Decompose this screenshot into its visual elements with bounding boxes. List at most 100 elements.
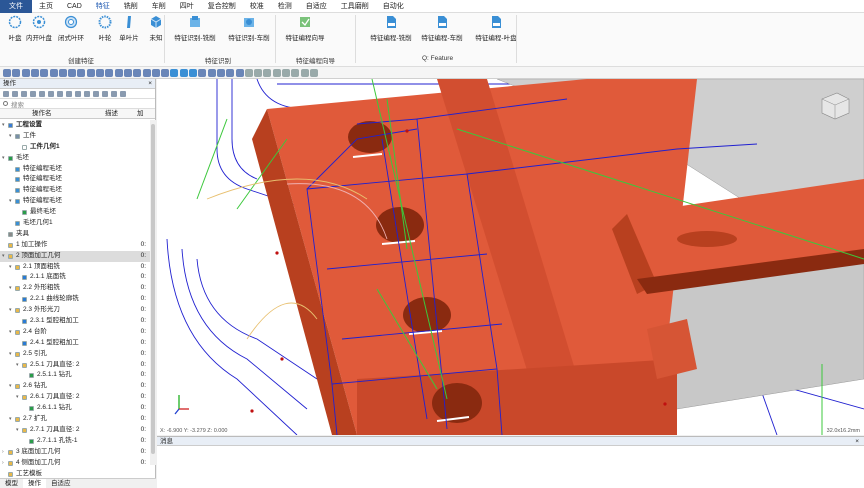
tree-item[interactable]: ▾ 工程设置 [0, 120, 150, 131]
ribbon-button-1[interactable]: 内开叶盘 [26, 15, 52, 42]
tree-item[interactable]: › 4 侧面加工几何 0: [0, 458, 150, 469]
menu-item-8[interactable]: 校准 [243, 0, 271, 13]
menu-item-2[interactable]: CAD [60, 0, 89, 13]
panel-tool-icon[interactable] [57, 91, 63, 97]
column-name[interactable]: 操作名 [32, 109, 52, 119]
tree-item[interactable]: 2.5.1.1 钻孔 0: [0, 370, 150, 381]
panel-tool-icon[interactable] [66, 91, 72, 97]
expand-toggle-icon[interactable]: ▾ [9, 196, 14, 207]
panel-tool-icon[interactable] [120, 91, 126, 97]
expand-toggle-icon[interactable]: ▾ [16, 360, 21, 371]
tree-item[interactable]: 2.6.1.1 钻孔 0: [0, 403, 150, 414]
column-description[interactable]: 描述 [105, 109, 118, 119]
ribbon-button-3[interactable]: 叶轮 [94, 15, 116, 42]
search-input[interactable]: 搜索 [11, 99, 24, 109]
expand-toggle-icon[interactable]: ▾ [9, 131, 14, 142]
expand-toggle-icon[interactable]: › [2, 458, 7, 469]
tree-item[interactable]: ▾ 2.2 外形粗铣 0: [0, 283, 150, 294]
ribbon-button-6[interactable]: 特征识别-铣削 [168, 15, 222, 42]
tree-item[interactable]: 夹具 [0, 229, 150, 240]
expand-toggle-icon[interactable]: › [2, 447, 7, 458]
tree-item[interactable]: 特征编程毛坯 [0, 174, 150, 185]
toolbar-icon[interactable] [123, 69, 132, 77]
tree-item[interactable]: ▾ 2.5 引孔 0: [0, 349, 150, 360]
toolbar-icon[interactable] [272, 69, 281, 77]
tree-item[interactable]: ▾ 2.6 钻孔 0: [0, 381, 150, 392]
tree-item[interactable]: ▾ 2.7 扩孔 0: [0, 414, 150, 425]
toolbar-icon[interactable] [12, 69, 21, 77]
tab-1[interactable]: 操作 [23, 479, 46, 488]
tree-item[interactable]: ▾ 工件 [0, 131, 150, 142]
tree-item[interactable]: ▾ 2.4 台阶 0: [0, 327, 150, 338]
ribbon-button-9[interactable]: 特征编程-铣削 [364, 15, 418, 42]
toolbar-icon[interactable] [170, 69, 179, 77]
expand-toggle-icon[interactable]: ▾ [9, 327, 14, 338]
tab-0[interactable]: 模型 [0, 479, 23, 488]
toolbar-icon[interactable] [96, 69, 104, 77]
menu-item-12[interactable]: 自动化 [376, 0, 411, 13]
ribbon-button-11[interactable]: 特征编程-叶盘 [469, 15, 523, 42]
tab-2[interactable]: 自适应 [46, 479, 76, 488]
expand-toggle-icon[interactable]: ▾ [16, 392, 21, 403]
panel-tool-icon[interactable] [84, 91, 90, 97]
expand-toggle-icon[interactable]: ▾ [9, 414, 14, 425]
panel-tool-icon[interactable] [48, 91, 54, 97]
expand-toggle-icon[interactable]: ▾ [2, 120, 7, 131]
toolbar-icon[interactable] [114, 69, 123, 77]
tree-item[interactable]: 最终毛坯 [0, 207, 150, 218]
toolbar-icon[interactable] [133, 69, 142, 77]
toolbar-icon[interactable] [49, 69, 58, 77]
expand-toggle-icon[interactable]: ▾ [9, 262, 14, 273]
menu-item-6[interactable]: 四叶 [173, 0, 201, 13]
panel-tool-icon[interactable] [30, 91, 36, 97]
tree-scrollbar[interactable] [150, 120, 156, 465]
toolbar-icon[interactable] [58, 69, 67, 77]
tree-item[interactable]: 2.1.1 底面铣 0: [0, 272, 150, 283]
tree-item[interactable]: 2.3.1 型腔粗加工 0: [0, 316, 150, 327]
menu-item-5[interactable]: 车削 [145, 0, 173, 13]
toolbar-icon[interactable] [142, 69, 151, 77]
tree-item[interactable]: ▾ 特征编程毛坯 [0, 196, 150, 207]
toolbar-icon[interactable] [235, 69, 244, 77]
panel-tool-icon[interactable] [93, 91, 99, 97]
ribbon-button-10[interactable]: 特征编程-车削 [415, 15, 469, 42]
toolbar-icon[interactable] [216, 69, 225, 77]
tree-item[interactable]: 1 加工操作 0: [0, 240, 150, 251]
toolbar-icon[interactable] [226, 69, 235, 77]
panel-tool-icon[interactable] [21, 91, 27, 97]
toolbar-icon[interactable] [198, 69, 207, 77]
menu-item-9[interactable]: 检测 [271, 0, 299, 13]
menu-item-1[interactable]: 主页 [32, 0, 60, 13]
toolbar-icon[interactable] [300, 69, 309, 77]
toolbar-icon[interactable] [207, 69, 216, 77]
ribbon-button-2[interactable]: 闭式叶环 [58, 15, 84, 42]
toolbar-icon[interactable] [189, 69, 197, 77]
scrollbar-thumb[interactable] [151, 124, 155, 454]
tree-item[interactable]: 毛坯几何1 [0, 218, 150, 229]
menu-item-3[interactable]: 特征 [89, 0, 117, 13]
expand-toggle-icon[interactable]: ▾ [9, 381, 14, 392]
menu-item-4[interactable]: 铣削 [117, 0, 145, 13]
toolbar-icon[interactable] [77, 69, 86, 77]
toolbar-icon[interactable] [282, 69, 290, 77]
toolbar-icon[interactable] [40, 69, 49, 77]
panel-tool-icon[interactable] [12, 91, 18, 97]
tree-item[interactable]: ▾ 2.3 外形光刀 0: [0, 305, 150, 316]
close-icon[interactable]: × [148, 79, 152, 89]
toolbar-icon[interactable] [30, 69, 39, 77]
tree-item[interactable]: 2.7.1.1 孔铣-1 0: [0, 436, 150, 447]
panel-tool-icon[interactable] [111, 91, 117, 97]
ribbon-button-8[interactable]: 特征编程向导 [278, 15, 332, 42]
toolbar-icon[interactable] [291, 69, 300, 77]
toolbar-icon[interactable] [309, 69, 318, 77]
toolbar-icon[interactable] [254, 69, 263, 77]
column-add[interactable]: 加 [137, 109, 144, 119]
panel-tool-icon[interactable] [75, 91, 81, 97]
toolbar-icon[interactable] [68, 69, 77, 77]
panel-tool-icon[interactable] [39, 91, 45, 97]
tree-item[interactable]: ▾ 2.6.1 刀具直径: 2 0: [0, 392, 150, 403]
menu-item-10[interactable]: 自适应 [299, 0, 334, 13]
toolbar-icon[interactable] [86, 69, 95, 77]
ribbon-button-4[interactable]: 单叶片 [118, 15, 140, 42]
3d-viewport[interactable] [157, 79, 864, 435]
